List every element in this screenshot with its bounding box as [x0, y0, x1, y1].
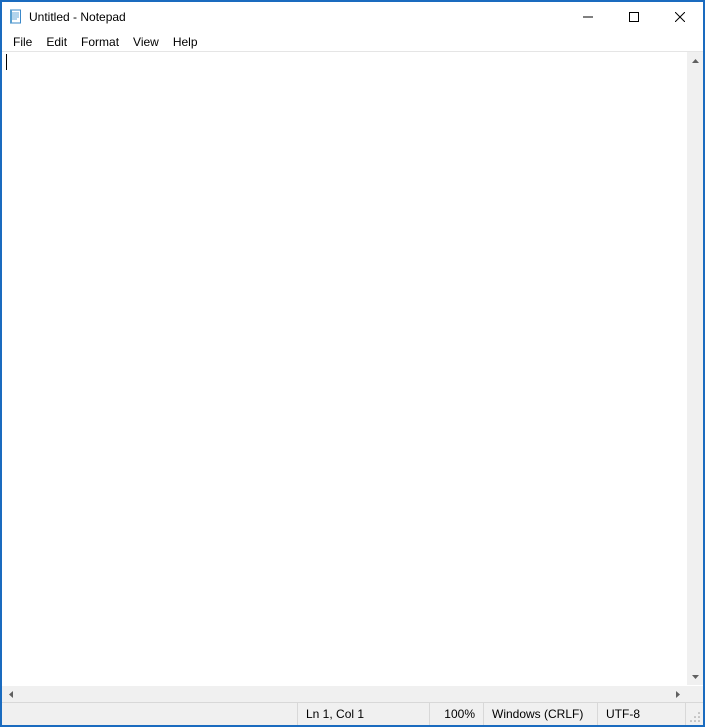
close-button[interactable] [657, 2, 703, 32]
menu-edit[interactable]: Edit [39, 34, 74, 50]
menu-file[interactable]: File [6, 34, 39, 50]
scroll-corner [686, 686, 703, 702]
window-controls [565, 2, 703, 32]
menu-format[interactable]: Format [74, 34, 126, 50]
horizontal-scroll-track[interactable] [19, 686, 669, 702]
text-caret [6, 54, 7, 70]
status-zoom: 100% [430, 703, 484, 725]
status-cursor-position: Ln 1, Col 1 [298, 703, 430, 725]
vertical-scroll-track[interactable] [687, 69, 703, 668]
scroll-left-arrow-icon[interactable] [2, 686, 19, 702]
menu-view[interactable]: View [126, 34, 166, 50]
vertical-scrollbar[interactable] [686, 52, 703, 685]
status-line-ending: Windows (CRLF) [484, 703, 598, 725]
editor-container [2, 52, 703, 685]
titlebar[interactable]: Untitled - Notepad [2, 2, 703, 32]
menubar: File Edit Format View Help [2, 32, 703, 52]
scroll-right-arrow-icon[interactable] [669, 686, 686, 702]
resize-grip-icon[interactable] [686, 703, 703, 725]
scroll-up-arrow-icon[interactable] [687, 52, 703, 69]
horizontal-scrollbar[interactable] [2, 685, 703, 702]
maximize-button[interactable] [611, 2, 657, 32]
text-editor[interactable] [2, 52, 686, 685]
statusbar: Ln 1, Col 1 100% Windows (CRLF) UTF-8 [2, 702, 703, 725]
minimize-button[interactable] [565, 2, 611, 32]
notepad-app-icon [8, 9, 24, 25]
status-spacer [2, 703, 298, 725]
window-title: Untitled - Notepad [29, 10, 126, 24]
status-encoding: UTF-8 [598, 703, 686, 725]
menu-help[interactable]: Help [166, 34, 205, 50]
scroll-down-arrow-icon[interactable] [687, 668, 703, 685]
notepad-window: Untitled - Notepad File Edit Format View… [0, 0, 705, 727]
